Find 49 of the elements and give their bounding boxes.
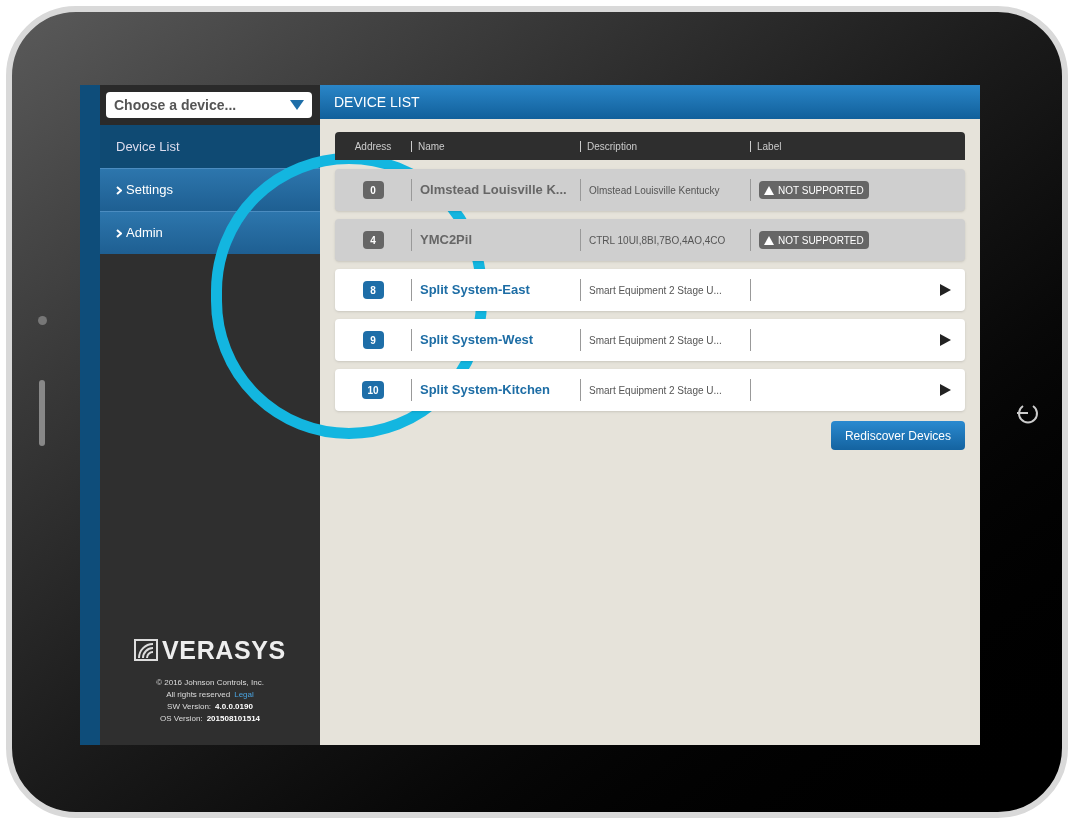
warning-icon — [764, 185, 774, 195]
device-dropdown[interactable]: Choose a device... — [106, 92, 312, 118]
device-row[interactable]: 9 Split System-West Smart Equipment 2 Stage U... — [335, 319, 965, 361]
device-row[interactable]: 10 Split System-Kitchen Smart Equipment 2 Stage U... — [335, 369, 965, 411]
nav-item[interactable]: Settings — [100, 168, 320, 211]
play-arrow-icon[interactable] — [940, 334, 951, 346]
copyright-text: © 2016 Johnson Controls, Inc. — [156, 677, 264, 689]
play-arrow-icon[interactable] — [940, 284, 951, 296]
address-badge: 0 — [362, 181, 384, 199]
sw-version-value: 4.0.0.0190 — [215, 701, 253, 713]
device-name: YMC2Pil — [420, 231, 472, 250]
device-name: Split System-Kitchen — [420, 381, 551, 400]
address-badge: 8 — [362, 281, 384, 299]
device-description: Smart Equipment 2 Stage U... — [589, 283, 722, 298]
not-supported-badge: NOT SUPPORTED — [759, 181, 869, 199]
legal-link[interactable]: Legal — [234, 689, 254, 701]
brand-logo: VERASYS — [162, 634, 286, 666]
nav-item[interactable]: Device List — [100, 125, 320, 168]
not-supported-badge: NOT SUPPORTED — [759, 231, 869, 249]
device-dropdown-placeholder: Choose a device... — [114, 95, 237, 115]
rediscover-button[interactable]: Rediscover Devices — [830, 421, 965, 450]
column-header: Description — [587, 139, 638, 154]
chevron-right-icon — [116, 228, 122, 238]
os-version-value: 201508101514 — [206, 713, 261, 725]
address-badge: 9 — [362, 331, 384, 349]
device-description: Smart Equipment 2 Stage U... — [589, 383, 722, 398]
os-version-label: OS Version: — [159, 713, 203, 725]
device-description: Olmstead Louisville Kentucky — [589, 183, 720, 198]
rights-text: All rights reserved — [166, 689, 231, 701]
chevron-right-icon — [116, 185, 122, 195]
play-arrow-icon[interactable] — [940, 384, 951, 396]
device-description: Smart Equipment 2 Stage U... — [589, 333, 722, 348]
nav-item[interactable]: Admin — [100, 211, 320, 254]
column-header: Name — [418, 139, 445, 154]
camera-icon — [38, 316, 47, 325]
dropdown-arrow-icon — [290, 100, 304, 110]
device-row[interactable]: 8 Split System-East Smart Equipment 2 Stage U... — [335, 269, 965, 311]
column-header: Address — [354, 139, 392, 154]
column-header: Label — [757, 139, 782, 154]
warning-icon — [764, 235, 774, 245]
sw-version-label: SW Version: — [167, 701, 212, 713]
device-name: Split System-East — [420, 281, 530, 300]
device-description: CTRL 10UI,8BI,7BO,4AO,4CO — [589, 233, 726, 248]
device-name: Split System-West — [420, 331, 534, 350]
device-name: Olmstead Louisville K... — [420, 181, 567, 200]
wireless-logo-icon — [134, 639, 159, 662]
address-badge: 4 — [362, 231, 384, 249]
page-title: DEVICE LIST — [334, 92, 420, 112]
address-badge: 10 — [362, 381, 384, 399]
